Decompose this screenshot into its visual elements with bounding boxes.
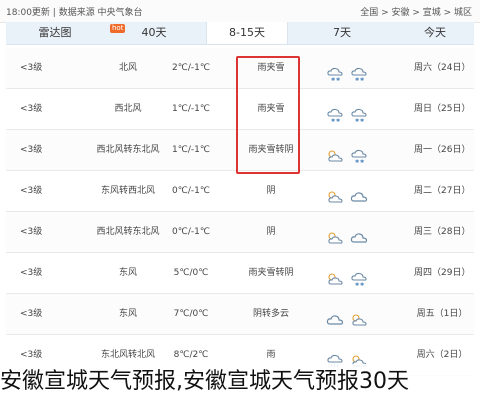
snow-cloud-icon: ✱ ✱ (350, 101, 368, 124)
wind-level: <3级 (20, 268, 43, 278)
weather-condition: 阴 (266, 227, 276, 237)
cloud-icon (350, 224, 368, 243)
snow-cloud-icon: ✱ ✱ (350, 60, 368, 83)
partly-cloudy-icon (326, 224, 344, 244)
wind-level: <3级 (20, 186, 43, 196)
forecast-day: 周二（27日） (414, 186, 471, 196)
forecast-day: 周日（25日） (414, 104, 471, 114)
snow-cloud-icon: ✱ ✱ (350, 142, 368, 165)
forecast-day: 周六（24日） (414, 63, 471, 73)
snow-cloud-icon: ✱ ✱ (326, 101, 344, 124)
temperature: 7℃/0℃ (173, 309, 209, 319)
tab-8-15days[interactable]: 8-15天 (206, 22, 288, 44)
weather-icons: ✱ ✱ ✱ ✱ (318, 89, 398, 129)
wind-level: <3级 (20, 63, 43, 73)
wind-direction: 西北风转东北风 (96, 145, 160, 155)
temperature: 0℃/-1℃ (172, 227, 210, 237)
wind-level: <3级 (20, 104, 43, 114)
weather-icons: ✱ ✱ (318, 253, 398, 293)
temperature: 1℃/-1℃ (172, 145, 210, 155)
partly-cloudy-icon (326, 183, 344, 203)
temperature: 5℃/0℃ (173, 268, 209, 278)
highlight-box (236, 56, 300, 174)
weather-condition: 阴转多云 (252, 309, 289, 319)
forecast-row[interactable]: 周五（1日） 阴转多云 7℃/0℃ 东风 <3级 (6, 294, 474, 335)
forecast-row[interactable]: 周三（28日） 阴 0℃/-1℃ 西北风转东北风 <3级 (6, 212, 474, 253)
tab-radar[interactable]: 雷达图 (20, 22, 90, 44)
partly-cloudy-icon (326, 142, 344, 162)
wind-direction: 东风 (118, 309, 137, 319)
svg-text:✱: ✱ (360, 159, 365, 164)
weather-condition: 阴 (266, 186, 276, 196)
forecast-row[interactable]: 周四（29日） 雨夹雪转阴 5℃/0℃ 东风 <3级 ✱ ✱ (6, 253, 474, 294)
snow-cloud-icon: ✱ ✱ (326, 60, 344, 83)
breadcrumb[interactable]: 全国 > 安徽 > 宣城 > 城区 (360, 5, 472, 18)
temperature: 2℃/-1℃ (172, 63, 210, 73)
rain-cloud-icon (326, 347, 344, 368)
forecast-day: 周三（28日） (414, 227, 471, 237)
wind-level: <3级 (20, 309, 43, 319)
hot-badge: hot (110, 24, 126, 33)
svg-text:✱: ✱ (360, 282, 365, 287)
svg-text:✱: ✱ (336, 118, 341, 123)
weather-icons (318, 212, 398, 252)
page-caption: 安徽宣城天气预报,安徽宣城天气预报30天 (0, 364, 480, 400)
forecast-tabs: 今天 7天 8-15天 40天 hot 雷达图 (6, 22, 474, 45)
partly-cloudy-icon (350, 347, 368, 367)
svg-text:✱: ✱ (336, 77, 341, 82)
tab-40days[interactable]: 40天 (114, 22, 194, 44)
temperature: 0℃/-1℃ (172, 186, 210, 196)
forecast-day: 周一（26日） (414, 145, 471, 155)
partly-cloudy-icon (350, 306, 368, 326)
wind-direction: 西北风 (114, 104, 142, 114)
wind-direction: 北风 (118, 63, 137, 73)
svg-text:✱: ✱ (360, 118, 365, 123)
wind-direction: 东风 (118, 268, 137, 278)
svg-text:✱: ✱ (360, 77, 365, 82)
forecast-row[interactable]: 周二（27日） 阴 0℃/-1℃ 东风转西北风 <3级 (6, 171, 474, 212)
weather-icons (318, 171, 398, 211)
weather-icons: ✱ ✱ ✱ ✱ (318, 48, 398, 88)
snow-cloud-icon: ✱ ✱ (350, 265, 368, 288)
wind-direction: 东风转西北风 (100, 186, 155, 196)
cloud-icon (326, 306, 344, 325)
cloud-icon (350, 183, 368, 202)
wind-level: <3级 (20, 145, 43, 155)
partly-cloudy-icon (326, 265, 344, 285)
update-info: 18:00更新 | 数据来源 中央气象台 (6, 8, 143, 18)
wind-direction: 西北风转东北风 (96, 227, 160, 237)
weather-icons: ✱ ✱ (318, 130, 398, 170)
forecast-day: 周五（1日） (416, 309, 468, 319)
tab-today[interactable]: 今天 (396, 22, 474, 44)
wind-level: <3级 (20, 227, 43, 237)
tab-7days[interactable]: 7天 (302, 22, 382, 44)
temperature: 1℃/-1℃ (172, 104, 210, 114)
weather-icons (318, 294, 398, 334)
top-bar: 18:00更新 | 数据来源 中央气象台 全国 > 安徽 > 宣城 > 城区 (0, 0, 480, 23)
weather-condition: 雨夹雪转阴 (248, 268, 294, 278)
forecast-day: 周四（29日） (414, 268, 471, 278)
